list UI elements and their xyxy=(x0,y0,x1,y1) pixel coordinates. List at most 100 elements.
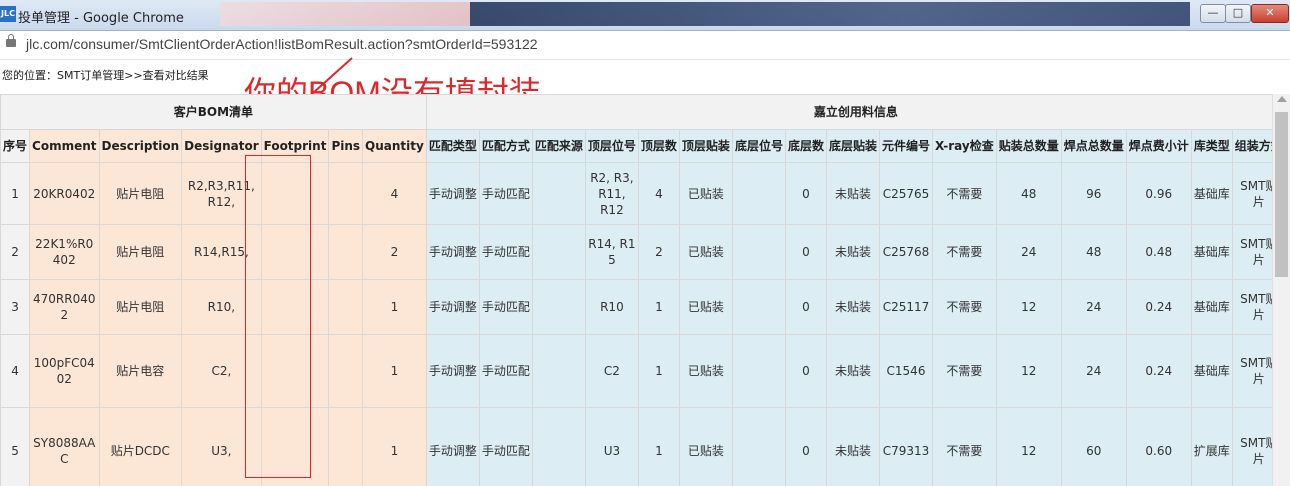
cell-solder-total: 60 xyxy=(1060,407,1127,486)
cell-top-mount: 已贴装 xyxy=(678,279,733,335)
cell-designator: R14,R15, xyxy=(181,224,262,280)
col-header[interactable]: 库类型 xyxy=(1190,129,1233,163)
col-header[interactable]: 底层数 xyxy=(784,129,827,163)
cell-top-pos: C2 xyxy=(584,334,639,408)
cell-lib: 基础库 xyxy=(1190,224,1233,280)
col-header[interactable]: 贴装总数量 xyxy=(995,129,1062,163)
cell-footprint xyxy=(260,334,330,408)
cell-bot-pos xyxy=(731,334,786,408)
scroll-thumb[interactable] xyxy=(1275,112,1288,277)
col-header[interactable]: Comment xyxy=(29,129,100,163)
cell-bot-cnt: 0 xyxy=(784,224,827,280)
cell-assembly: SMT贴 片 xyxy=(1231,334,1272,408)
cell-bot-cnt: 0 xyxy=(784,334,827,408)
cell-solder-fee: 0.96 xyxy=(1125,162,1192,225)
cell-top-pos: R2, R3, R11, R12 xyxy=(584,162,639,225)
cell-mount-total: 12 xyxy=(995,334,1062,408)
cell-bot-mount: 未贴装 xyxy=(825,334,880,408)
cell-match-type: 手动调整 xyxy=(425,162,480,225)
cell-top-cnt: 4 xyxy=(637,162,680,225)
cell-desc: 贴片DCDC xyxy=(98,407,183,486)
col-header[interactable]: 顶层贴装 xyxy=(678,129,733,163)
cell-match-src xyxy=(531,224,586,280)
cell-pins xyxy=(328,279,364,335)
cell-xray: 不需要 xyxy=(932,279,997,335)
cell-desc: 贴片电阻 xyxy=(98,279,183,335)
col-header-footprint[interactable]: Footprint xyxy=(260,129,330,163)
group-label-jlc: 嘉立创用料信息 xyxy=(813,105,898,119)
cell-qty: 1 xyxy=(362,334,427,408)
cell-bot-pos xyxy=(731,407,786,486)
cell-match-way: 手动匹配 xyxy=(478,279,533,335)
cell-match-src xyxy=(531,279,586,335)
cell-idx: 3 xyxy=(0,279,31,335)
col-header[interactable]: 焊点费小计 xyxy=(1125,129,1192,163)
minimize-button[interactable]: — xyxy=(1200,4,1226,23)
cell-mount-total: 48 xyxy=(995,162,1062,225)
col-header[interactable]: Pins xyxy=(328,129,364,163)
cell-solder-fee: 0.60 xyxy=(1125,407,1192,486)
bom-result-table: 客户BOM清单 嘉立创用料信息 序号 Comment Description D… xyxy=(0,94,1272,486)
window-titlebar: JLC 投单管理 - Google Chrome — □ ✕ xyxy=(0,0,1290,31)
cell-top-pos: R10 xyxy=(584,279,639,335)
col-header[interactable]: 元件编号 xyxy=(878,129,934,163)
cell-designator: U3, xyxy=(181,407,262,486)
table-row: 5 SY8088AA C 贴片DCDC U3, 1 手动调整 手动匹配 U3 1 已贴装 0 未贴装 C… xyxy=(0,407,1272,486)
cell-bot-pos xyxy=(731,279,786,335)
col-header[interactable]: Quantity xyxy=(362,129,427,163)
cell-top-cnt: 1 xyxy=(637,279,680,335)
cell-solder-total: 24 xyxy=(1060,279,1127,335)
cell-comment: SY8088AA C xyxy=(29,407,100,486)
cell-idx: 4 xyxy=(0,334,31,408)
chrome-app-icon: JLC xyxy=(0,6,16,22)
cell-part-no: C79313 xyxy=(878,407,934,486)
cell-designator: R2,R3,R11, R12, xyxy=(181,162,262,225)
background-window-strip xyxy=(220,2,470,26)
col-header[interactable]: 底层位号 xyxy=(731,129,786,163)
col-header[interactable]: 序号 xyxy=(0,129,31,163)
cell-match-src xyxy=(531,162,586,225)
col-header[interactable]: 焊点总数量 xyxy=(1060,129,1127,163)
cell-bot-mount: 未贴装 xyxy=(825,407,880,486)
address-bar[interactable]: jlc.com/consumer/SmtClientOrderAction!li… xyxy=(0,31,1290,60)
cell-pins xyxy=(328,162,364,225)
cell-pins xyxy=(328,407,364,486)
cell-match-way: 手动匹配 xyxy=(478,224,533,280)
close-button[interactable]: ✕ xyxy=(1251,4,1289,23)
col-header[interactable]: Description xyxy=(98,129,183,163)
bom-result-table-container: 客户BOM清单 嘉立创用料信息 序号 Comment Description D… xyxy=(0,94,1272,486)
cell-bot-cnt: 0 xyxy=(784,162,827,225)
col-header[interactable]: 顶层位号 xyxy=(584,129,639,163)
background-window-strip-dark xyxy=(470,2,1190,26)
group-header-bom: 客户BOM清单 xyxy=(0,94,427,130)
col-header[interactable]: Designator xyxy=(181,129,262,163)
cell-qty: 4 xyxy=(362,162,427,225)
col-header[interactable]: 匹配方式 xyxy=(478,129,533,163)
cell-top-pos: R14, R1 5 xyxy=(584,224,639,280)
col-header[interactable]: X-ray检查 xyxy=(932,129,997,163)
maximize-button[interactable]: □ xyxy=(1225,4,1251,23)
cell-top-mount: 已贴装 xyxy=(678,162,733,225)
cell-footprint xyxy=(260,407,330,486)
cell-top-mount: 已贴装 xyxy=(678,224,733,280)
cell-part-no: C1546 xyxy=(878,334,934,408)
cell-part-no: C25768 xyxy=(878,224,934,280)
cell-part-no: C25765 xyxy=(878,162,934,225)
cell-lib: 基础库 xyxy=(1190,279,1233,335)
col-header[interactable]: 底层贴装 xyxy=(825,129,880,163)
cell-match-src xyxy=(531,407,586,486)
vertical-scrollbar[interactable] xyxy=(1272,94,1290,486)
col-header[interactable]: 匹配来源 xyxy=(531,129,586,163)
cell-footprint xyxy=(260,279,330,335)
cell-bot-pos xyxy=(731,162,786,225)
cell-desc: 贴片电容 xyxy=(98,334,183,408)
url-text[interactable]: jlc.com/consumer/SmtClientOrderAction!li… xyxy=(26,36,538,52)
cell-solder-fee: 0.24 xyxy=(1125,279,1192,335)
col-header[interactable]: 匹配类型 xyxy=(425,129,480,163)
cell-match-type: 手动调整 xyxy=(425,279,480,335)
cell-bot-mount: 未贴装 xyxy=(825,162,880,225)
col-header[interactable]: 组装方式 xyxy=(1231,129,1272,163)
col-header[interactable]: 顶层数 xyxy=(637,129,680,163)
cell-footprint xyxy=(260,162,330,225)
scroll-up-arrow-icon[interactable] xyxy=(1277,96,1287,102)
